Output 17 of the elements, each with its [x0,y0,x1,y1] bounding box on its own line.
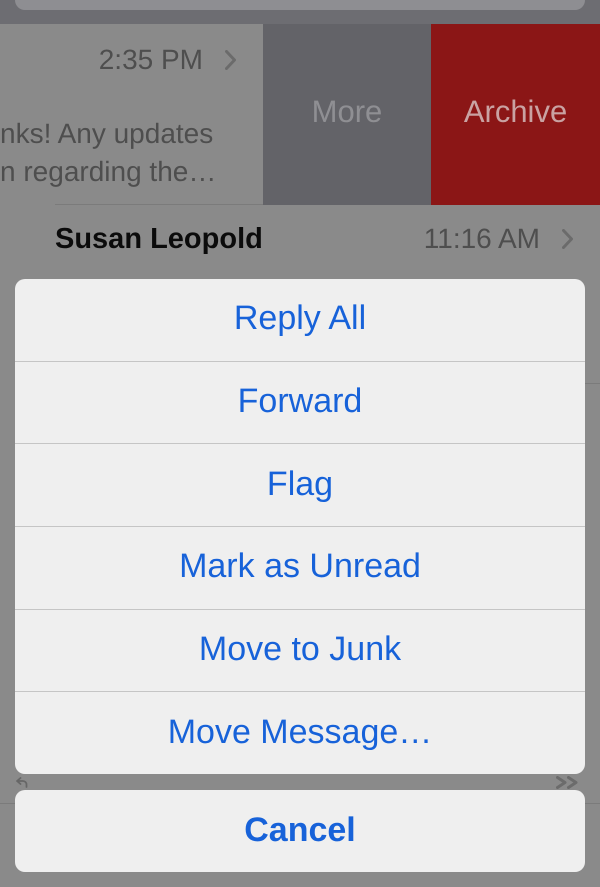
archive-button[interactable]: Archive [431,24,600,205]
message-time: 2:35 PM [98,44,203,76]
sender-name: Susan Leopold [55,223,263,255]
action-sheet-button[interactable]: Reply All [15,279,585,361]
action-sheet-button[interactable]: Move Message… [15,691,585,774]
message-preview: n regarding the… [0,155,216,189]
message-time: 11:16 AM [424,223,540,255]
double-chevron-icon [556,776,578,789]
chevron-icon [225,50,236,70]
cancel-button[interactable]: Cancel [15,790,585,872]
action-sheet-button[interactable]: Mark as Unread [15,526,585,609]
action-sheet-button[interactable]: Flag [15,443,585,526]
reply-arrow-icon [16,777,28,788]
chevron-icon [562,229,573,249]
action-sheet-button[interactable]: Forward [15,360,585,444]
message-preview: nks! Any updates [0,117,214,151]
action-sheet-button[interactable]: Move to Junk [15,608,585,692]
